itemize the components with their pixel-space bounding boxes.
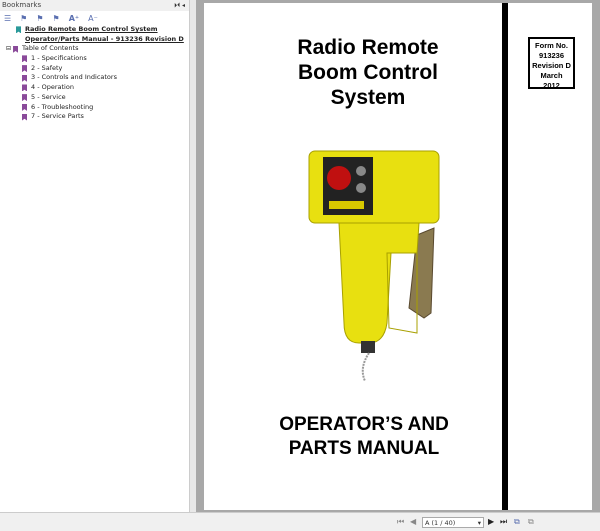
bookmark-root-line2[interactable]: Operator/Parts Manual - 913236 Revision …	[6, 35, 189, 45]
document-viewer[interactable]: Radio Remote Boom Control System Form No…	[196, 0, 600, 512]
bookmarks-toolbar: ☰ ⚑ ⚑ ⚑ A⁺ A⁻	[0, 11, 189, 25]
title-line: Boom Control	[298, 61, 438, 84]
bookmark-icon	[22, 55, 27, 63]
remote-control-image	[308, 150, 440, 382]
bookmark-expand-icon[interactable]: ⚑	[36, 14, 43, 23]
bookmark-tree: Radio Remote Boom Control System Operato…	[0, 25, 189, 122]
document-page: Radio Remote Boom Control System Form No…	[204, 3, 592, 510]
last-page-icon[interactable]: ⏭	[500, 517, 507, 527]
bookmark-icon	[22, 84, 27, 92]
bookmark-item[interactable]: 6 - Troubleshooting	[6, 103, 189, 113]
bookmark-label: 4 - Operation	[31, 83, 74, 92]
dropdown-icon[interactable]: ▾	[478, 518, 481, 528]
bookmark-item[interactable]: 5 - Service	[6, 93, 189, 103]
bookmark-icon	[22, 103, 27, 111]
bookmark-icon	[22, 74, 27, 82]
bookmark-root[interactable]: Radio Remote Boom Control System	[6, 25, 189, 35]
font-increase-icon[interactable]: A⁺	[69, 14, 79, 23]
form-line: March	[540, 71, 563, 80]
bookmark-label: 5 - Service	[31, 92, 66, 101]
bookmark-icon	[22, 65, 27, 73]
bookmark-icon	[16, 26, 21, 34]
page-number-input[interactable]: A (1 / 40) ▾	[422, 517, 484, 528]
document-title: Radio Remote Boom Control System	[244, 35, 492, 110]
bookmark-item[interactable]: 4 - Operation	[6, 83, 189, 93]
bookmark-label: 6 - Troubleshooting	[31, 102, 94, 111]
subtitle-line: OPERATOR’S AND	[279, 414, 449, 435]
previous-view-icon[interactable]: ⧉	[514, 517, 520, 527]
form-line: Form No.	[535, 41, 568, 50]
bookmark-label: Radio Remote Boom Control System	[25, 25, 158, 33]
page-indicator: A (1 / 40)	[425, 519, 456, 527]
previous-page-icon[interactable]: ◀	[410, 517, 416, 526]
bookmark-delete-icon[interactable]: ⚑	[53, 14, 60, 23]
panel-controls[interactable]: ⏵⏴ ◂	[174, 0, 185, 11]
bookmark-toc[interactable]: ⊟ Table of Contents	[6, 44, 189, 54]
bookmark-icon	[13, 45, 19, 53]
bookmark-label: 3 - Controls and Indicators	[31, 73, 117, 82]
bookmark-label: 1 - Specifications	[31, 54, 87, 63]
bookmark-label: Operator/Parts Manual - 913236 Revision …	[25, 34, 184, 43]
form-line: 2012	[543, 81, 560, 90]
navigation-toolbar: ⏮ ◀ A (1 / 40) ▾ ▶ ⏭ ⧉ ⧉	[0, 512, 600, 531]
bookmark-icon	[22, 94, 27, 102]
font-decrease-icon[interactable]: A⁻	[88, 14, 98, 23]
bookmark-new-icon[interactable]: ⚑	[20, 14, 27, 23]
bookmark-item[interactable]: 2 - Safety	[6, 64, 189, 74]
bookmarks-header: Bookmarks ⏵⏴ ◂	[0, 0, 189, 11]
black-bar	[502, 3, 508, 510]
bookmark-item[interactable]: 7 - Service Parts	[6, 112, 189, 122]
bookmark-item[interactable]: 1 - Specifications	[6, 54, 189, 64]
bookmark-label: 2 - Safety	[31, 63, 63, 72]
next-view-icon[interactable]: ⧉	[528, 517, 534, 527]
first-page-icon[interactable]: ⏮	[397, 517, 404, 527]
next-page-icon[interactable]: ▶	[488, 517, 494, 526]
bookmarks-panel: Bookmarks ⏵⏴ ◂ ☰ ⚑ ⚑ ⚑ A⁺ A⁻ Radio Remote…	[0, 0, 190, 512]
bookmark-item[interactable]: 3 - Controls and Indicators	[6, 73, 189, 83]
document-subtitle: OPERATOR’S AND PARTS MANUAL	[234, 413, 494, 461]
options-icon[interactable]: ☰	[4, 14, 11, 23]
title-line: System	[330, 86, 406, 109]
form-line: Revision D	[532, 61, 571, 70]
title-line: Radio Remote	[297, 36, 439, 59]
bookmark-label: 7 - Service Parts	[31, 112, 84, 121]
collapse-icon[interactable]: ⊟	[6, 44, 11, 54]
bookmarks-title: Bookmarks	[2, 1, 42, 9]
form-number-box: Form No. 913236 Revision D March 2012	[528, 37, 575, 90]
form-line: 913236	[538, 51, 565, 60]
bookmark-icon	[22, 113, 27, 121]
bookmark-label: Table of Contents	[22, 44, 79, 53]
subtitle-line: PARTS MANUAL	[288, 438, 440, 459]
